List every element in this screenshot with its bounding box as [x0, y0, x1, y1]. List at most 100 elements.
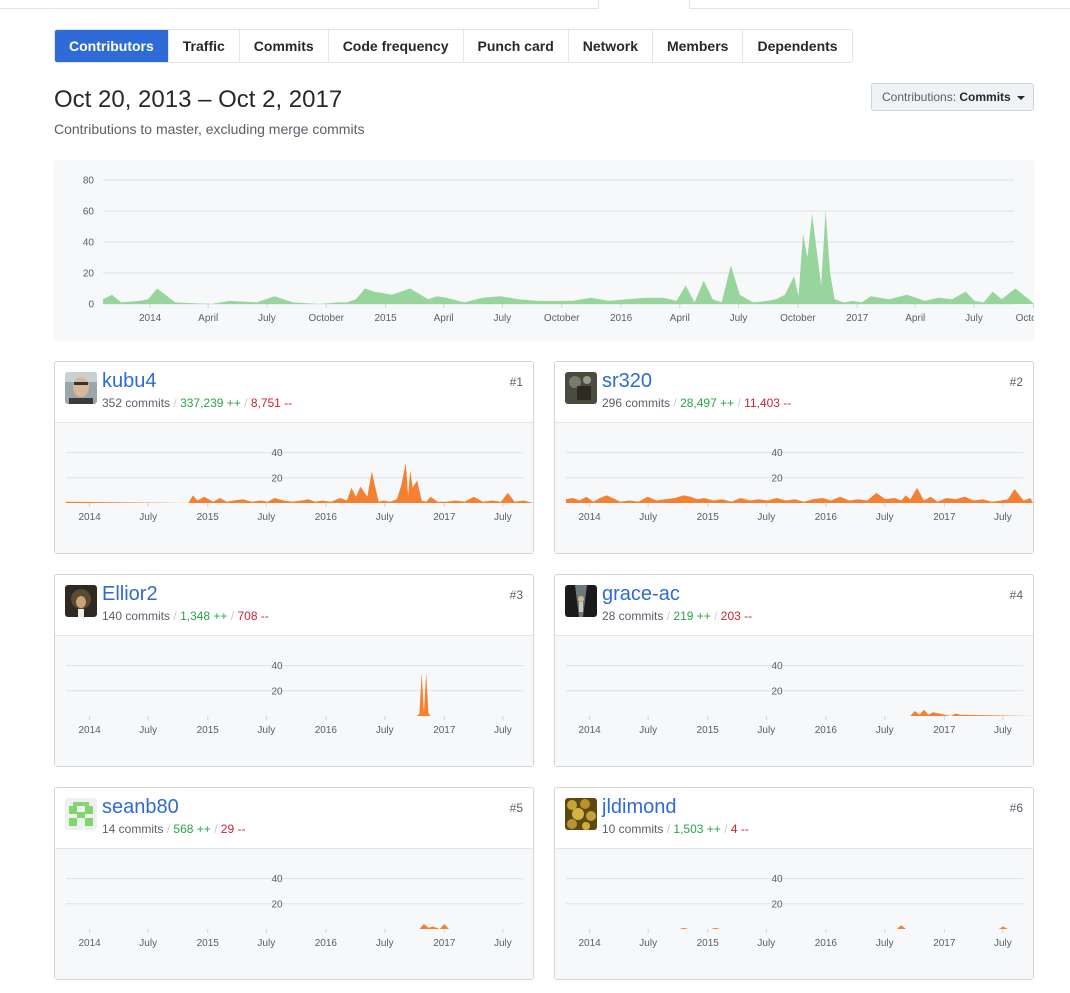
additions-count: 568 ++	[173, 822, 211, 836]
avatar[interactable]	[565, 798, 597, 830]
contributor-stats: 28 commits / 219 ++ / 203 --	[602, 609, 753, 623]
y-tick-label: 40	[771, 661, 783, 672]
x-tick-label: July	[376, 512, 394, 523]
x-tick-label: July	[139, 512, 157, 523]
x-tick-label: 2015	[697, 725, 720, 736]
contributor-card-header: jldimond 10 commits / 1,503 ++ / 4 -- #6	[555, 788, 1033, 849]
contributor-username[interactable]: seanb80	[102, 796, 179, 819]
x-tick-label: July	[258, 313, 276, 324]
date-range-title: Oct 20, 2013 – Oct 2, 2017	[54, 86, 343, 113]
avatar[interactable]	[65, 372, 97, 404]
avatar[interactable]	[65, 585, 97, 617]
additions-count: 337,239 ++	[180, 396, 241, 410]
series-area	[566, 925, 1033, 929]
contributor-rank: #5	[509, 801, 523, 815]
x-tick-label: 2016	[315, 512, 338, 523]
tab-contributors[interactable]: Contributors	[55, 30, 168, 62]
avatar[interactable]	[565, 372, 597, 404]
x-tick-label: 2017	[846, 313, 869, 324]
tab-code-frequency[interactable]: Code frequency	[327, 30, 463, 62]
x-tick-label: 2016	[815, 938, 838, 949]
x-tick-label: July	[994, 725, 1012, 736]
contributor-username[interactable]: kubu4	[102, 370, 157, 393]
contributor-stats: 296 commits / 28,497 ++ / 11,403 --	[602, 396, 792, 410]
contributor-rank: #2	[1009, 375, 1023, 389]
contributor-username[interactable]: sr320	[602, 370, 652, 393]
deletions-count: 708 --	[237, 609, 269, 623]
tab-commits[interactable]: Commits	[238, 30, 328, 62]
tab-network[interactable]: Network	[567, 30, 652, 62]
y-tick-label: 60	[83, 207, 95, 218]
main-chart-svg: 0 20 40 60 80 2014 April July October 2015 April Ju…	[83, 176, 1034, 324]
series-area	[566, 709, 1033, 716]
commit-count: 352 commits	[102, 396, 171, 410]
x-tick-label: July	[494, 512, 512, 523]
contributor-card: Ellior2 140 commits / 1,348 ++ / 708 -- …	[54, 574, 534, 767]
y-tick-label: 20	[271, 686, 283, 697]
contributions-select-value: Commits	[959, 90, 1011, 104]
series-area	[66, 924, 533, 929]
contributor-chart-svg: 20 40 2014 July 2015 July 2016 July 2017 July	[566, 448, 1033, 523]
x-tick-label: 2015	[697, 512, 720, 523]
tab-punch-card[interactable]: Punch card	[462, 30, 568, 62]
y-tick-label: 40	[271, 661, 283, 672]
contributor-stats: 10 commits / 1,503 ++ / 4 --	[602, 822, 749, 836]
contributor-username[interactable]: jldimond	[602, 796, 676, 819]
x-tick-label: July	[730, 313, 748, 324]
contributor-chart-svg: 20 40 2014 July 2015 July 2016 July 2017 July	[66, 874, 533, 949]
y-tick-label: 0	[88, 300, 94, 311]
main-contributions-chart: 0 20 40 60 80 2014 April July October 2015 April Ju…	[54, 160, 1034, 341]
x-tick-label: July	[139, 938, 157, 949]
tab-members[interactable]: Members	[651, 30, 742, 62]
contributor-stats: 140 commits / 1,348 ++ / 708 --	[102, 609, 269, 623]
y-tick-label: 40	[771, 874, 783, 885]
contributor-chart: 20 40 2014 July 2015 July 2016 July 2017 July	[555, 849, 1033, 979]
x-tick-label: July	[876, 938, 894, 949]
contributor-chart: 20 40 2014 July 2015 July 2016 July 2017 July	[55, 423, 533, 553]
x-tick-label: July	[757, 725, 775, 736]
x-tick-label: October	[308, 313, 344, 324]
y-tick-label: 20	[83, 269, 95, 280]
contributor-chart-svg: 20 40 2014 July 2015 July 2016 July 2017 July	[566, 874, 1033, 949]
x-tick-label: July	[139, 725, 157, 736]
caret-down-icon	[1017, 95, 1026, 100]
x-tick-label: July	[994, 512, 1012, 523]
contributor-stats: 352 commits / 337,239 ++ / 8,751 --	[102, 396, 293, 410]
contributor-rank: #6	[1009, 801, 1023, 815]
x-tick-label: July	[494, 725, 512, 736]
x-tick-label: July	[257, 725, 275, 736]
commit-count: 296 commits	[602, 396, 671, 410]
x-tick-label: October	[544, 313, 580, 324]
x-tick-label: July	[493, 313, 511, 324]
x-tick-label: 2014	[79, 512, 102, 523]
contributor-card-header: grace-ac 28 commits / 219 ++ / 203 -- #4	[555, 575, 1033, 636]
contributor-rank: #4	[1009, 588, 1023, 602]
contributor-username[interactable]: grace-ac	[602, 583, 680, 606]
additions-count: 1,503 ++	[673, 822, 721, 836]
x-tick-label: 2017	[933, 512, 956, 523]
x-tick-label: October	[780, 313, 816, 324]
x-tick-label: 2014	[579, 512, 602, 523]
x-tick-label: 2015	[197, 938, 220, 949]
avatar[interactable]	[65, 798, 97, 830]
x-tick-label: 2017	[933, 725, 956, 736]
x-tick-label: April	[670, 313, 690, 324]
x-tick-label: July	[494, 938, 512, 949]
x-tick-label: 2014	[79, 725, 102, 736]
tab-traffic[interactable]: Traffic	[167, 30, 239, 62]
x-tick-label: October	[1016, 313, 1034, 324]
contributor-card: jldimond 10 commits / 1,503 ++ / 4 -- #6…	[554, 787, 1034, 980]
x-tick-label: July	[876, 725, 894, 736]
contributions-type-select[interactable]: Contributions: Commits	[871, 83, 1034, 111]
contributor-username[interactable]: Ellior2	[102, 583, 158, 606]
x-tick-label: July	[876, 512, 894, 523]
y-tick-label: 20	[771, 899, 783, 910]
contributor-chart-svg: 20 40 2014 July 2015 July 2016 July 2017 July	[66, 448, 533, 523]
x-tick-label: 2014	[579, 938, 602, 949]
x-tick-label: 2014	[579, 725, 602, 736]
x-tick-label: 2016	[315, 938, 338, 949]
tab-dependents[interactable]: Dependents	[742, 30, 851, 62]
contributor-chart: 20 40 2014 July 2015 July 2016 July 2017 July	[55, 849, 533, 979]
avatar[interactable]	[565, 585, 597, 617]
x-tick-label: July	[639, 725, 657, 736]
